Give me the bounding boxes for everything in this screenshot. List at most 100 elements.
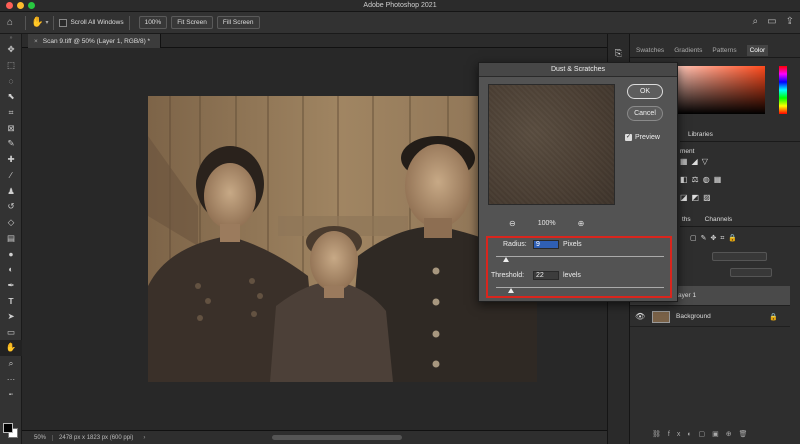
quick-select-tool-icon[interactable]: ⬉ bbox=[0, 89, 22, 105]
adjustment-icons-row-1[interactable]: ▦◢▽ bbox=[680, 157, 712, 166]
tab-patterns[interactable]: Patterns bbox=[712, 47, 736, 54]
libraries-panel-tabs: Libraries bbox=[680, 128, 800, 142]
dust-scratches-dialog: Dust & Scratches ⊖ 100% ⊕ OK Cancel ✓ Pr… bbox=[478, 62, 678, 302]
zoom-readout[interactable]: 50% bbox=[22, 435, 52, 441]
preview-toggle[interactable]: ✓ Preview bbox=[625, 134, 660, 141]
move-tool-icon[interactable]: ✥ bbox=[0, 42, 22, 58]
hand-tool-icon[interactable]: ✋ bbox=[0, 340, 22, 356]
window-titlebar: Adobe Photoshop 2021 bbox=[0, 0, 800, 12]
tools-panel: » ✥ ⬚ ◌ ⬉ ⌗ ⊠ ✎ ✚ ∕ ♟ ↺ ◇ ▤ ● ◐ ✒ T ➤ ▭ … bbox=[0, 34, 22, 444]
radius-unit: Pixels bbox=[563, 241, 582, 248]
tab-libraries[interactable]: Libraries bbox=[688, 131, 713, 138]
zoom-100-button[interactable]: 100% bbox=[138, 16, 168, 29]
filter-preview[interactable] bbox=[488, 84, 615, 205]
share-icon[interactable]: ⇪ bbox=[786, 16, 794, 27]
rectangle-tool-icon[interactable]: ▭ bbox=[0, 324, 22, 340]
brush-tool-icon[interactable]: ∕ bbox=[0, 168, 22, 184]
history-brush-tool-icon[interactable]: ↺ bbox=[0, 199, 22, 215]
type-tool-icon[interactable]: T bbox=[0, 293, 22, 309]
document-tab[interactable]: × Scan 9.tiff @ 50% (Layer 1, RGB/8) * bbox=[28, 34, 162, 48]
marquee-tool-icon[interactable]: ⬚ bbox=[0, 58, 22, 74]
threshold-slider-handle[interactable] bbox=[508, 288, 515, 293]
zoom-tool-icon[interactable]: ⌕ bbox=[0, 356, 22, 372]
pen-tool-icon[interactable]: ✒ bbox=[0, 277, 22, 293]
layer-name: Background bbox=[676, 313, 711, 320]
options-bar: ⌂ ✋ ▾ Scroll All Windows 100% Fit Screen… bbox=[0, 12, 800, 34]
zoom-out-icon[interactable]: ⊖ bbox=[509, 219, 516, 228]
eyedropper-tool-icon[interactable]: ✎ bbox=[0, 136, 22, 152]
document-dimensions: 2478 px x 1823 px (600 ppi) bbox=[52, 434, 139, 441]
path-select-tool-icon[interactable]: ➤ bbox=[0, 309, 22, 325]
app-title: Adobe Photoshop 2021 bbox=[363, 2, 437, 9]
tab-layers[interactable]: ths bbox=[682, 216, 691, 223]
minimize-window-button[interactable] bbox=[17, 2, 24, 9]
dodge-tool-icon[interactable]: ◐ bbox=[0, 262, 22, 278]
layer-thumbnail bbox=[652, 310, 670, 323]
threshold-slider-track[interactable] bbox=[496, 287, 664, 288]
tab-gradients[interactable]: Gradients bbox=[674, 47, 702, 54]
radius-label: Radius: bbox=[503, 241, 527, 248]
visibility-eye-icon[interactable]: 👁 bbox=[635, 312, 645, 321]
status-bar: 50% 2478 px x 1823 px (600 ppi) › bbox=[22, 430, 607, 444]
zoom-window-button[interactable] bbox=[28, 2, 35, 9]
ok-button[interactable]: OK bbox=[627, 84, 663, 99]
dialog-title: Dust & Scratches bbox=[479, 63, 677, 77]
more-tools-icon[interactable]: ··· bbox=[0, 371, 22, 387]
threshold-unit: levels bbox=[563, 272, 581, 279]
adjustments-heading: ment bbox=[680, 148, 695, 155]
document-tab-title: Scan 9.tiff @ 50% (Layer 1, RGB/8) * bbox=[42, 37, 151, 45]
close-window-button[interactable] bbox=[6, 2, 13, 9]
frame-tool-icon[interactable]: ⊠ bbox=[0, 120, 22, 136]
zoom-in-icon[interactable]: ⊕ bbox=[578, 219, 585, 228]
blur-tool-icon[interactable]: ● bbox=[0, 246, 22, 262]
preview-zoom-level: 100% bbox=[537, 220, 556, 227]
close-tab-icon[interactable]: × bbox=[34, 38, 38, 45]
lock-icon: 🔒 bbox=[769, 313, 778, 321]
foreground-color-swatch[interactable] bbox=[3, 423, 13, 433]
cancel-button[interactable]: Cancel bbox=[627, 106, 663, 121]
chevron-down-icon[interactable]: ▾ bbox=[45, 19, 48, 26]
horizontal-scrollbar[interactable] bbox=[272, 435, 402, 440]
collapse-toolbar-icon[interactable]: » bbox=[0, 34, 22, 42]
tab-channels[interactable]: Channels bbox=[705, 216, 732, 223]
tab-color[interactable]: Color bbox=[746, 45, 769, 56]
radius-slider-handle[interactable] bbox=[503, 257, 510, 262]
clone-stamp-tool-icon[interactable]: ♟ bbox=[0, 183, 22, 199]
adjustment-icons-row-2[interactable]: ◧⚖◍▦ bbox=[680, 175, 725, 184]
history-panel-icon[interactable]: ⎘ bbox=[608, 48, 629, 59]
search-icon[interactable]: ⌕ bbox=[753, 16, 759, 27]
color-panel-tabs: Swatches Gradients Patterns Color bbox=[630, 44, 800, 58]
threshold-label: Threshold: bbox=[491, 272, 525, 279]
opacity-field[interactable] bbox=[712, 252, 767, 261]
fit-screen-button[interactable]: Fit Screen bbox=[171, 16, 213, 29]
eraser-tool-icon[interactable]: ◇ bbox=[0, 215, 22, 231]
fill-field[interactable] bbox=[730, 268, 772, 277]
threshold-input[interactable]: 22 bbox=[533, 271, 559, 280]
gradient-tool-icon[interactable]: ▤ bbox=[0, 230, 22, 246]
tab-swatches[interactable]: Swatches bbox=[636, 47, 664, 54]
layer-lock-icons[interactable]: ▢✎✥⌗🔒 bbox=[690, 234, 741, 243]
status-menu-icon[interactable]: › bbox=[143, 435, 145, 441]
workspace-icon[interactable]: ▭ bbox=[767, 16, 776, 27]
hand-tool-icon[interactable]: ✋ bbox=[31, 17, 43, 28]
healing-brush-tool-icon[interactable]: ✚ bbox=[0, 152, 22, 168]
window-controls bbox=[6, 2, 35, 9]
edit-toolbar-icon[interactable]: ▪▫ bbox=[0, 387, 22, 403]
preview-checkbox[interactable]: ✓ bbox=[625, 134, 632, 141]
crop-tool-icon[interactable]: ⌗ bbox=[0, 105, 22, 121]
hue-slider[interactable] bbox=[779, 66, 787, 114]
home-icon[interactable]: ⌂ bbox=[0, 17, 20, 28]
fill-screen-button[interactable]: Fill Screen bbox=[216, 16, 260, 29]
scroll-all-windows-checkbox[interactable] bbox=[59, 18, 68, 27]
layers-panel-tabs: ths Channels bbox=[680, 213, 800, 227]
preview-label: Preview bbox=[635, 134, 660, 141]
radius-input[interactable]: 9 bbox=[533, 240, 559, 249]
document-tab-bar: × Scan 9.tiff @ 50% (Layer 1, RGB/8) * bbox=[22, 34, 607, 48]
scroll-all-windows-label: Scroll All Windows bbox=[70, 19, 124, 26]
layer-row-background[interactable]: 👁 Background 🔒 bbox=[630, 307, 790, 327]
adjustment-icons-row-3[interactable]: ◪◩▨ bbox=[680, 193, 715, 202]
radius-slider-track[interactable] bbox=[496, 256, 664, 257]
lasso-tool-icon[interactable]: ◌ bbox=[0, 73, 22, 89]
layer-name: ayer 1 bbox=[678, 292, 697, 299]
layers-panel-actions[interactable]: ⛓fx◐▢▣⊕🗑 bbox=[652, 430, 755, 438]
